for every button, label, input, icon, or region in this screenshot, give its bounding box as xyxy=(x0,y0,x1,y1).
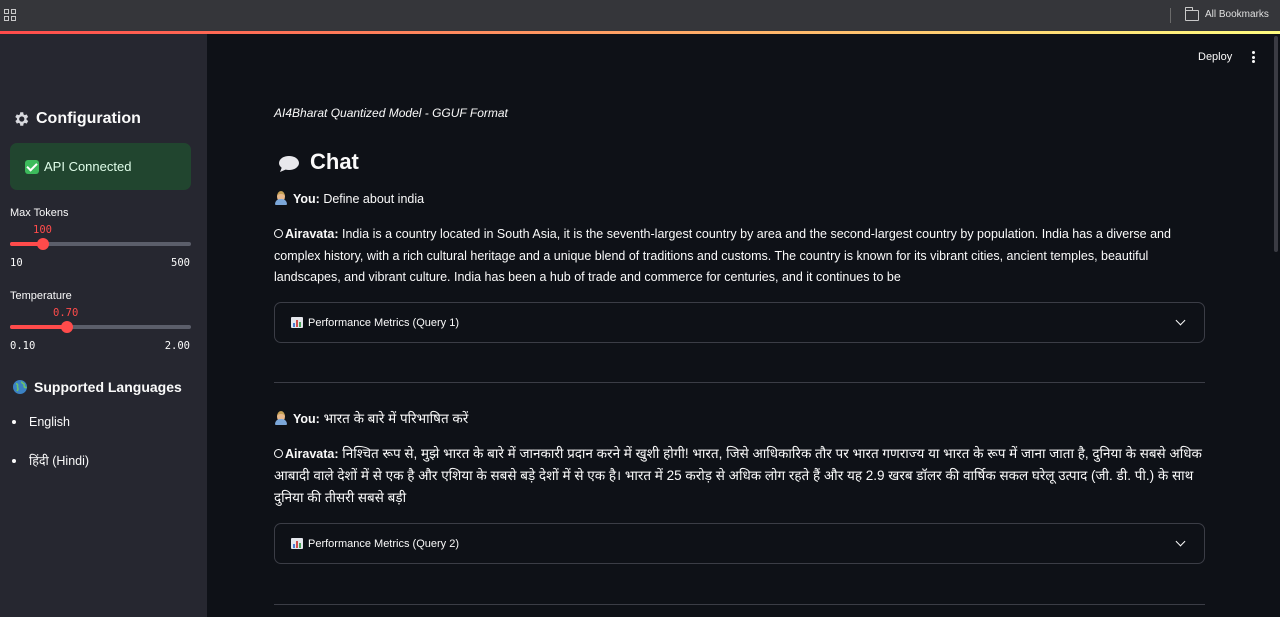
message-divider xyxy=(274,604,1205,605)
temperature-min: 0.10 xyxy=(10,340,36,352)
performance-metrics-expander[interactable]: Performance Metrics (Query 2) xyxy=(274,523,1205,564)
api-status-text: API Connected xyxy=(44,159,132,174)
all-bookmarks-link[interactable]: All Bookmarks xyxy=(1205,9,1269,20)
user-icon xyxy=(274,411,288,425)
scrollbar-thumb[interactable] xyxy=(1274,36,1278,252)
message-divider xyxy=(274,382,1205,383)
performance-metrics-label: Performance Metrics (Query 2) xyxy=(308,537,459,550)
language-label: English xyxy=(29,415,70,429)
sidebar: Configuration API Connected Max Tokens 1… xyxy=(0,34,207,617)
assistant-message-text: India is a country located in South Asia… xyxy=(274,227,1171,284)
temperature-label: Temperature xyxy=(10,290,72,302)
temperature-slider-thumb[interactable] xyxy=(61,321,73,333)
temperature-value: 0.70 xyxy=(53,307,79,319)
api-status-alert: API Connected xyxy=(10,143,191,190)
user-label: You: xyxy=(293,192,320,206)
model-subtitle: AI4Bharat Quantized Model - GGUF Format xyxy=(274,106,508,120)
temperature-max: 2.00 xyxy=(164,340,190,352)
max-tokens-slider-thumb[interactable] xyxy=(37,238,49,250)
performance-metrics-expander[interactable]: Performance Metrics (Query 1) xyxy=(274,302,1205,343)
max-tokens-min: 10 xyxy=(10,257,23,269)
max-tokens-max: 500 xyxy=(171,257,190,269)
globe-icon xyxy=(12,379,28,395)
folder-icon[interactable] xyxy=(1185,7,1199,21)
chat-heading: Chat xyxy=(278,149,359,175)
chevron-down-icon xyxy=(1175,315,1186,326)
bar-chart-icon xyxy=(291,317,303,328)
bullet xyxy=(12,458,16,463)
chevron-down-icon xyxy=(1175,536,1186,547)
configuration-title: Configuration xyxy=(36,110,141,127)
language-item: हिंदी (Hindi) xyxy=(12,452,89,469)
check-icon xyxy=(25,159,39,174)
user-message-text: भारत के बारे में परिभाषित करें xyxy=(323,411,469,426)
speech-bubble-icon xyxy=(278,153,300,172)
user-icon xyxy=(274,191,288,205)
supported-languages-title: Supported Languages xyxy=(34,379,182,395)
bullet xyxy=(12,420,16,424)
bar-chart-icon xyxy=(291,538,303,549)
apps-grid-icon[interactable] xyxy=(4,9,16,21)
bookmarks-divider xyxy=(1170,8,1171,23)
language-item: English xyxy=(12,415,70,429)
main-menu-icon[interactable] xyxy=(1252,51,1256,63)
supported-languages-heading: Supported Languages xyxy=(12,379,182,395)
user-message: You: भारत के बारे में परिभाषित करें xyxy=(274,408,1206,431)
gear-icon xyxy=(12,110,30,128)
assistant-message: Airavata: निश्चित रूप से, मुझे भारत के ब… xyxy=(274,443,1206,509)
max-tokens-slider[interactable] xyxy=(10,238,191,250)
performance-metrics-label: Performance Metrics (Query 1) xyxy=(308,316,459,329)
assistant-label: Airavata: xyxy=(285,227,339,241)
temperature-slider[interactable] xyxy=(10,321,191,333)
user-label: You: xyxy=(293,412,320,426)
user-message-text: Define about india xyxy=(323,192,425,206)
assistant-label: Airavata: xyxy=(285,447,339,461)
bookmarks-bar: All Bookmarks xyxy=(0,0,1280,31)
temperature-slider-fill xyxy=(10,325,67,329)
language-label: हिंदी (Hindi) xyxy=(29,454,90,468)
max-tokens-value: 100 xyxy=(33,224,52,236)
chat-title: Chat xyxy=(310,149,359,174)
configuration-heading: Configuration xyxy=(12,110,141,128)
deploy-button[interactable]: Deploy xyxy=(1198,51,1232,63)
assistant-icon xyxy=(274,229,283,238)
user-message: You: Define about india xyxy=(274,189,1206,211)
max-tokens-label: Max Tokens xyxy=(10,207,69,219)
assistant-message-text: निश्चित रूप से, मुझे भारत के बारे में जा… xyxy=(274,446,1202,505)
assistant-icon xyxy=(274,449,283,458)
assistant-message: Airavata: India is a country located in … xyxy=(274,224,1206,289)
